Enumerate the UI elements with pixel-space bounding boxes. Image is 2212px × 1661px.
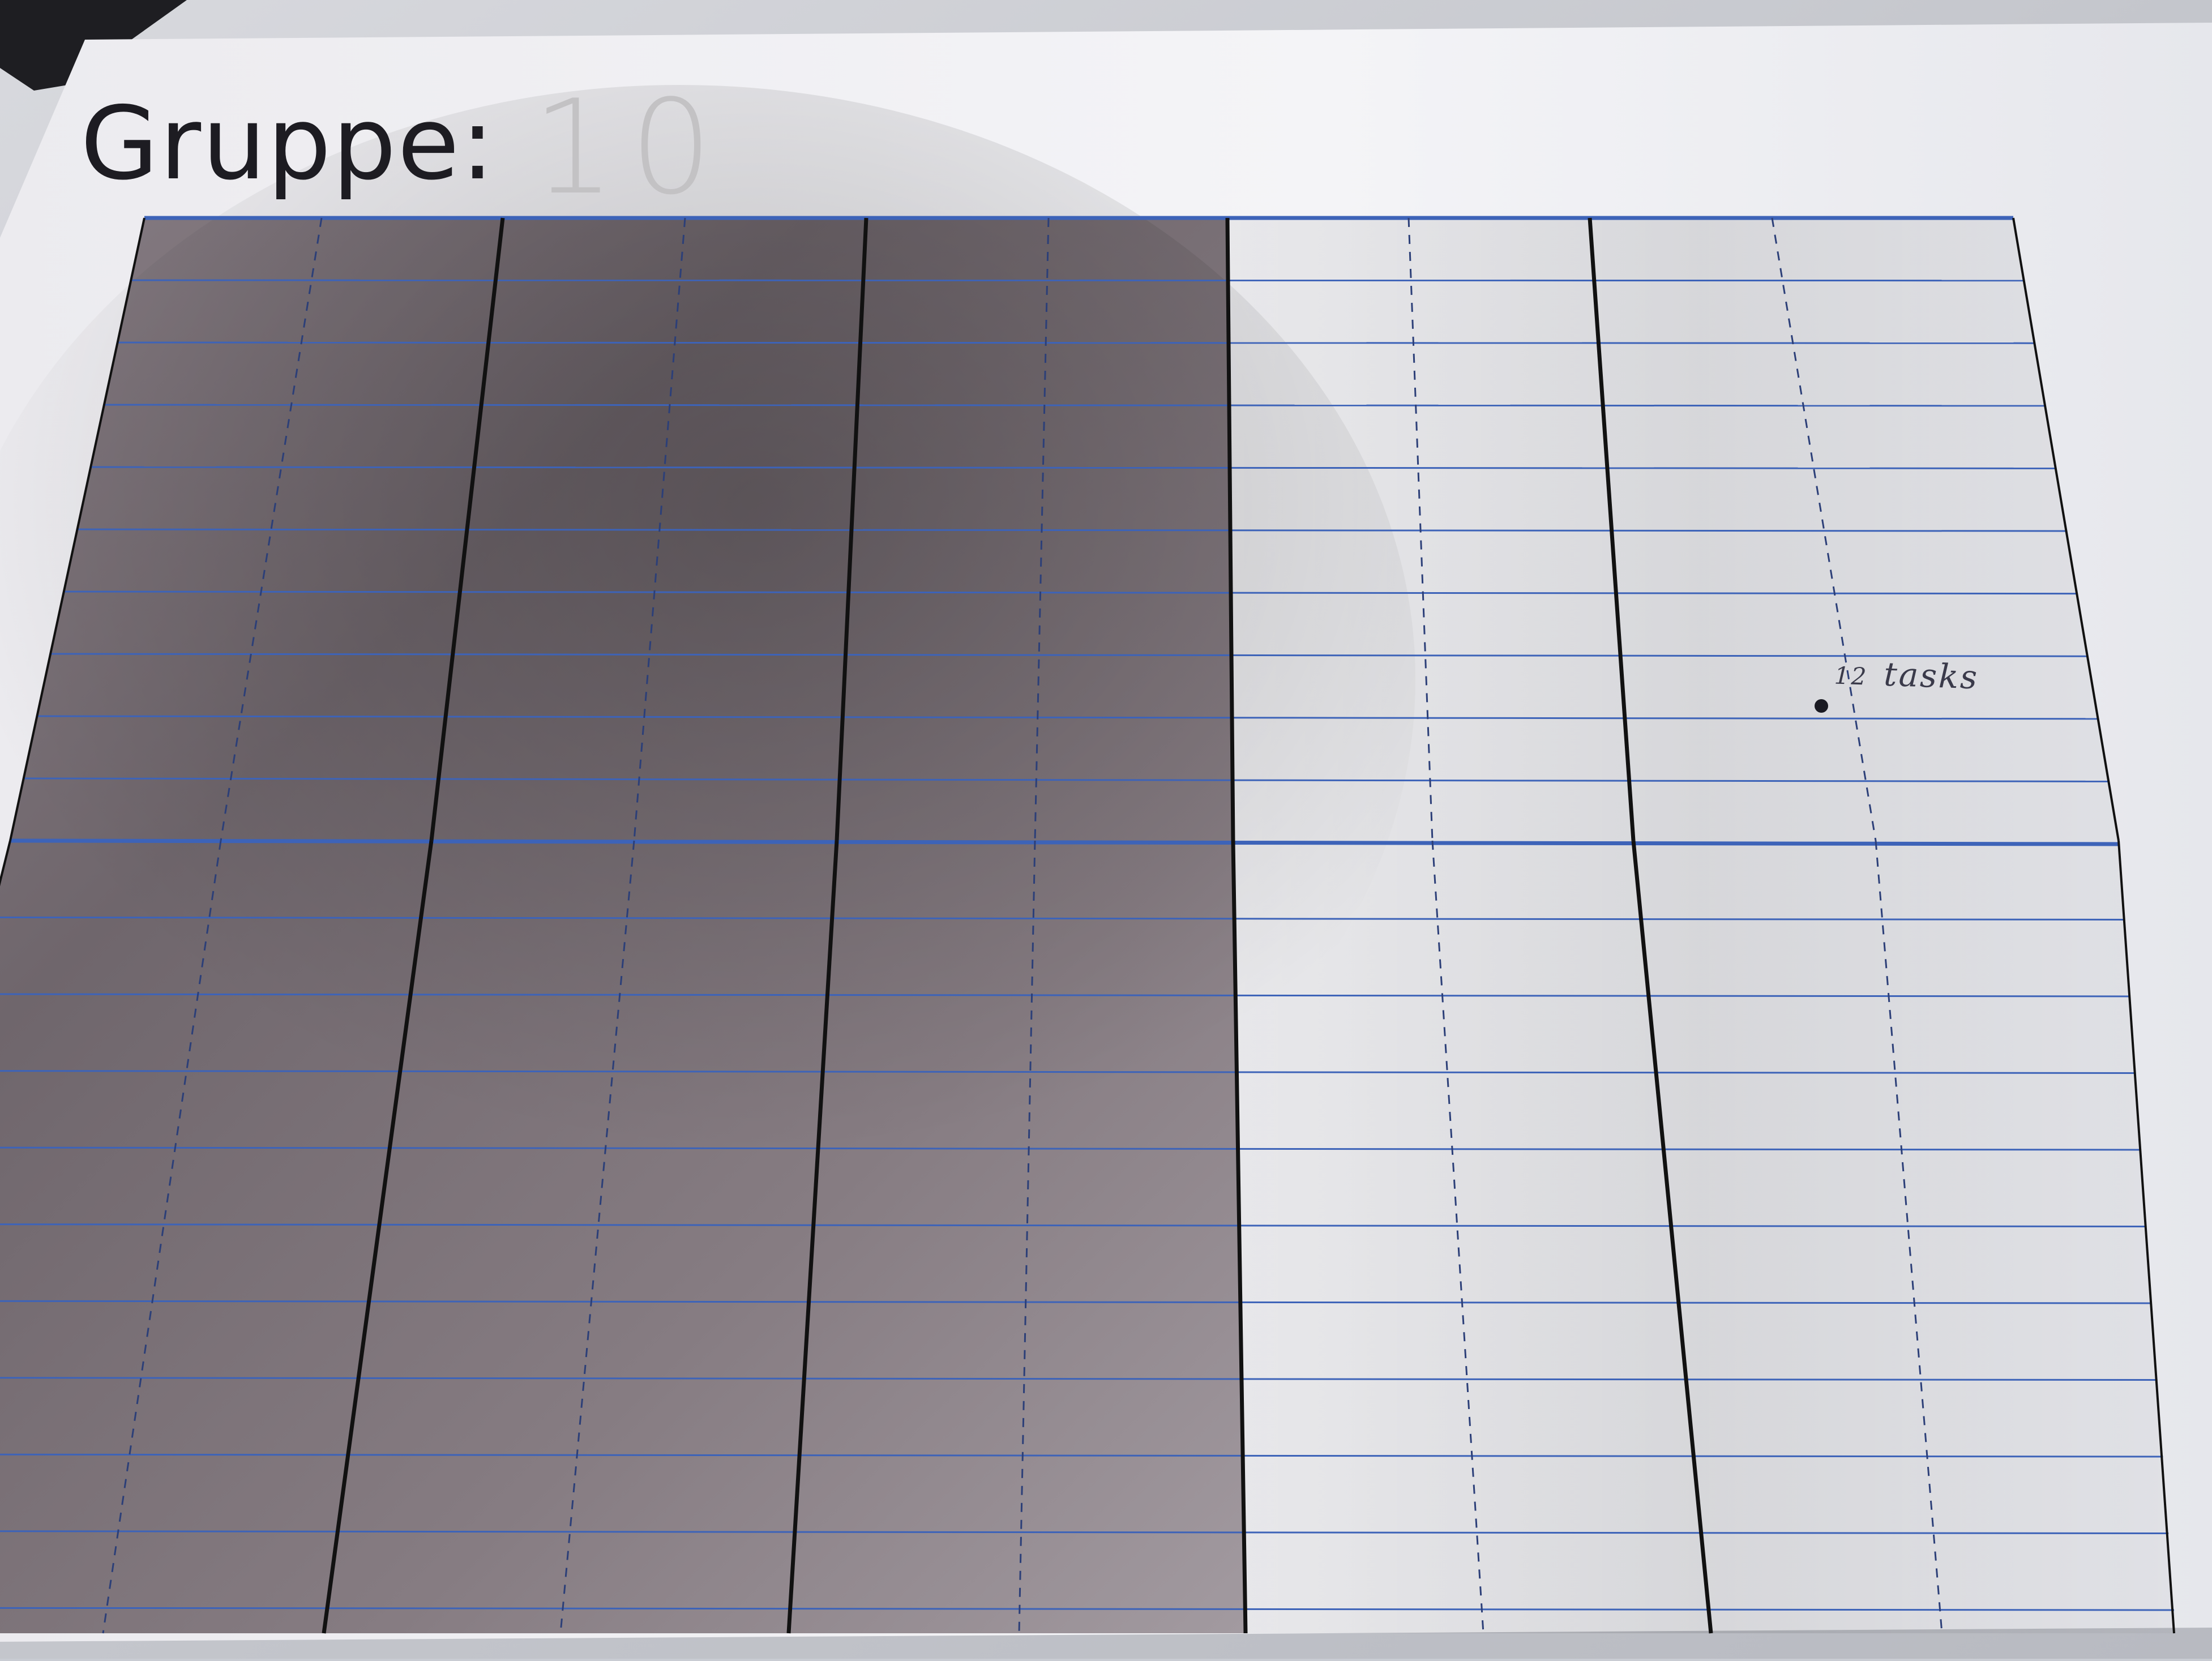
sheet-title: Gruppe: [80, 85, 496, 202]
annotation-note: 12 tasks [1834, 653, 1979, 697]
annotation-dot [1815, 699, 1828, 713]
row-line [104, 404, 2045, 407]
photo-scene: Gruppe: 10 12 tasks [0, 0, 2212, 1659]
planning-sheet [0, 0, 2212, 1659]
shadow-blob [0, 85, 1415, 1274]
annotation-number: 12 [1834, 661, 1869, 691]
light-shadow [1227, 218, 2174, 1633]
annotation-text: tasks [1883, 654, 1980, 697]
row-line [131, 279, 2024, 282]
group-number: 10 [532, 72, 728, 224]
